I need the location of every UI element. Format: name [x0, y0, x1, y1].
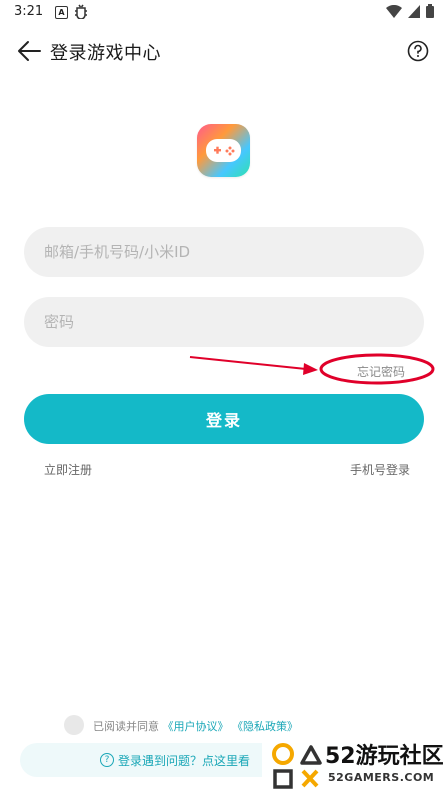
status-time: 3:21 [14, 4, 44, 19]
status-icons [386, 4, 434, 18]
notification-a-icon: A [55, 6, 68, 19]
user-agreement-link[interactable]: 《用户协议》 [163, 720, 229, 733]
game-center-logo [197, 124, 250, 177]
account-input[interactable] [24, 227, 424, 277]
annotation-arrowhead [303, 363, 318, 375]
register-link[interactable]: 立即注册 [44, 461, 92, 478]
bug-icon [74, 3, 88, 23]
question-circle-icon: ? [100, 753, 114, 767]
password-input[interactable] [24, 297, 424, 347]
status-bar: 3:21 A [0, 0, 448, 26]
help-icon[interactable] [407, 40, 429, 62]
gamepad-buttons-icon [214, 146, 235, 156]
back-arrow-icon[interactable] [16, 38, 42, 64]
agreement-prefix: 已阅读并同意 [93, 720, 159, 733]
agreement-text: 已阅读并同意 《用户协议》 《隐私政策》 [93, 718, 298, 734]
watermark-site: 52GAMERS.COM [328, 771, 435, 784]
wifi-icon [386, 4, 402, 18]
privacy-policy-link[interactable]: 《隐私政策》 [232, 720, 298, 733]
battery-icon [426, 4, 434, 18]
agreement-checkbox[interactable] [64, 715, 84, 735]
forgot-password-link[interactable]: 忘记密码 [357, 363, 405, 380]
signal-icon [408, 4, 420, 18]
page-title: 登录游戏中心 [50, 43, 161, 64]
annotation-arrow-line [189, 356, 307, 370]
watermark-brand: 52游玩社区 [325, 744, 444, 769]
gamepad-icon [206, 139, 241, 162]
watermark-logo-icon [272, 743, 322, 789]
phone-login-link[interactable]: 手机号登录 [350, 461, 410, 478]
login-help-text[interactable]: 登录遇到问题？点这里看 [118, 752, 250, 769]
login-button[interactable]: 登录 [24, 394, 424, 444]
